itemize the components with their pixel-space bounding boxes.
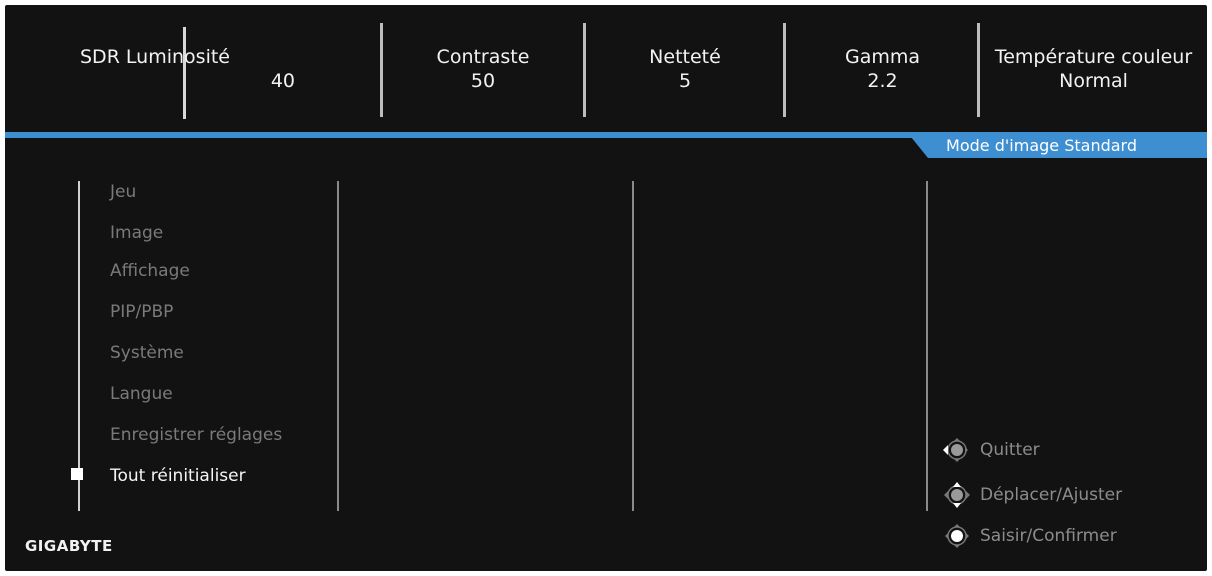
menu-item-reset-all[interactable]: Tout réinitialiser bbox=[110, 465, 246, 487]
menu-item-game[interactable]: Jeu bbox=[110, 181, 136, 203]
status-label: SDR Luminosité bbox=[80, 46, 230, 68]
hint-label: Quitter bbox=[980, 440, 1040, 460]
status-value: 5 bbox=[678, 70, 692, 92]
menu-item-display[interactable]: Affichage bbox=[110, 260, 190, 282]
joystick-move-icon bbox=[944, 482, 970, 508]
gigabyte-logo: GIGABYTE bbox=[25, 537, 113, 555]
status-sharpness: Netteté 5 bbox=[585, 45, 785, 93]
menu-item-picture[interactable]: Image bbox=[110, 222, 163, 244]
menu-column-divider bbox=[926, 181, 928, 511]
joystick-press-icon bbox=[945, 524, 969, 548]
status-value: 40 bbox=[270, 70, 295, 92]
hint-exit: Quitter bbox=[940, 437, 1040, 463]
menu-item-system[interactable]: Système bbox=[110, 342, 184, 364]
status-value: 2.2 bbox=[867, 70, 898, 92]
hint-move-adjust: Déplacer/Ajuster bbox=[940, 482, 1122, 508]
status-gamma: Gamma 2.2 bbox=[785, 45, 980, 93]
menu-item-pip-pbp[interactable]: PIP/PBP bbox=[110, 301, 173, 323]
picture-mode-label: Mode d'image Standard bbox=[946, 136, 1137, 155]
status-contrast: Contraste 50 bbox=[383, 45, 583, 93]
hint-label: Saisir/Confirmer bbox=[980, 526, 1117, 546]
status-bar: SDR Luminosité 40 Contraste 50 Netteté 5… bbox=[5, 5, 1207, 127]
menu-item-save-settings[interactable]: Enregistrer réglages bbox=[110, 424, 282, 446]
status-label: Gamma bbox=[844, 46, 921, 68]
status-sdr-brightness: SDR Luminosité 40 bbox=[25, 45, 325, 93]
status-label: Température couleur bbox=[994, 46, 1193, 68]
status-value: Normal bbox=[1059, 70, 1128, 92]
osd-menu: SDR Luminosité 40 Contraste 50 Netteté 5… bbox=[5, 5, 1207, 571]
menu-column-divider bbox=[337, 181, 339, 511]
status-color-temperature: Température couleur Normal bbox=[980, 45, 1207, 93]
menu-item-language[interactable]: Langue bbox=[110, 383, 173, 405]
menu-column-divider bbox=[632, 181, 634, 511]
status-value: 50 bbox=[470, 70, 496, 92]
status-label: Netteté bbox=[649, 46, 721, 68]
hint-label: Déplacer/Ajuster bbox=[980, 485, 1123, 505]
joystick-left-icon bbox=[943, 438, 968, 462]
active-item-marker bbox=[71, 468, 83, 480]
menu-column-line bbox=[78, 181, 80, 511]
status-label: Contraste bbox=[436, 46, 530, 68]
hint-enter-confirm: Saisir/Confirmer bbox=[940, 523, 1117, 549]
